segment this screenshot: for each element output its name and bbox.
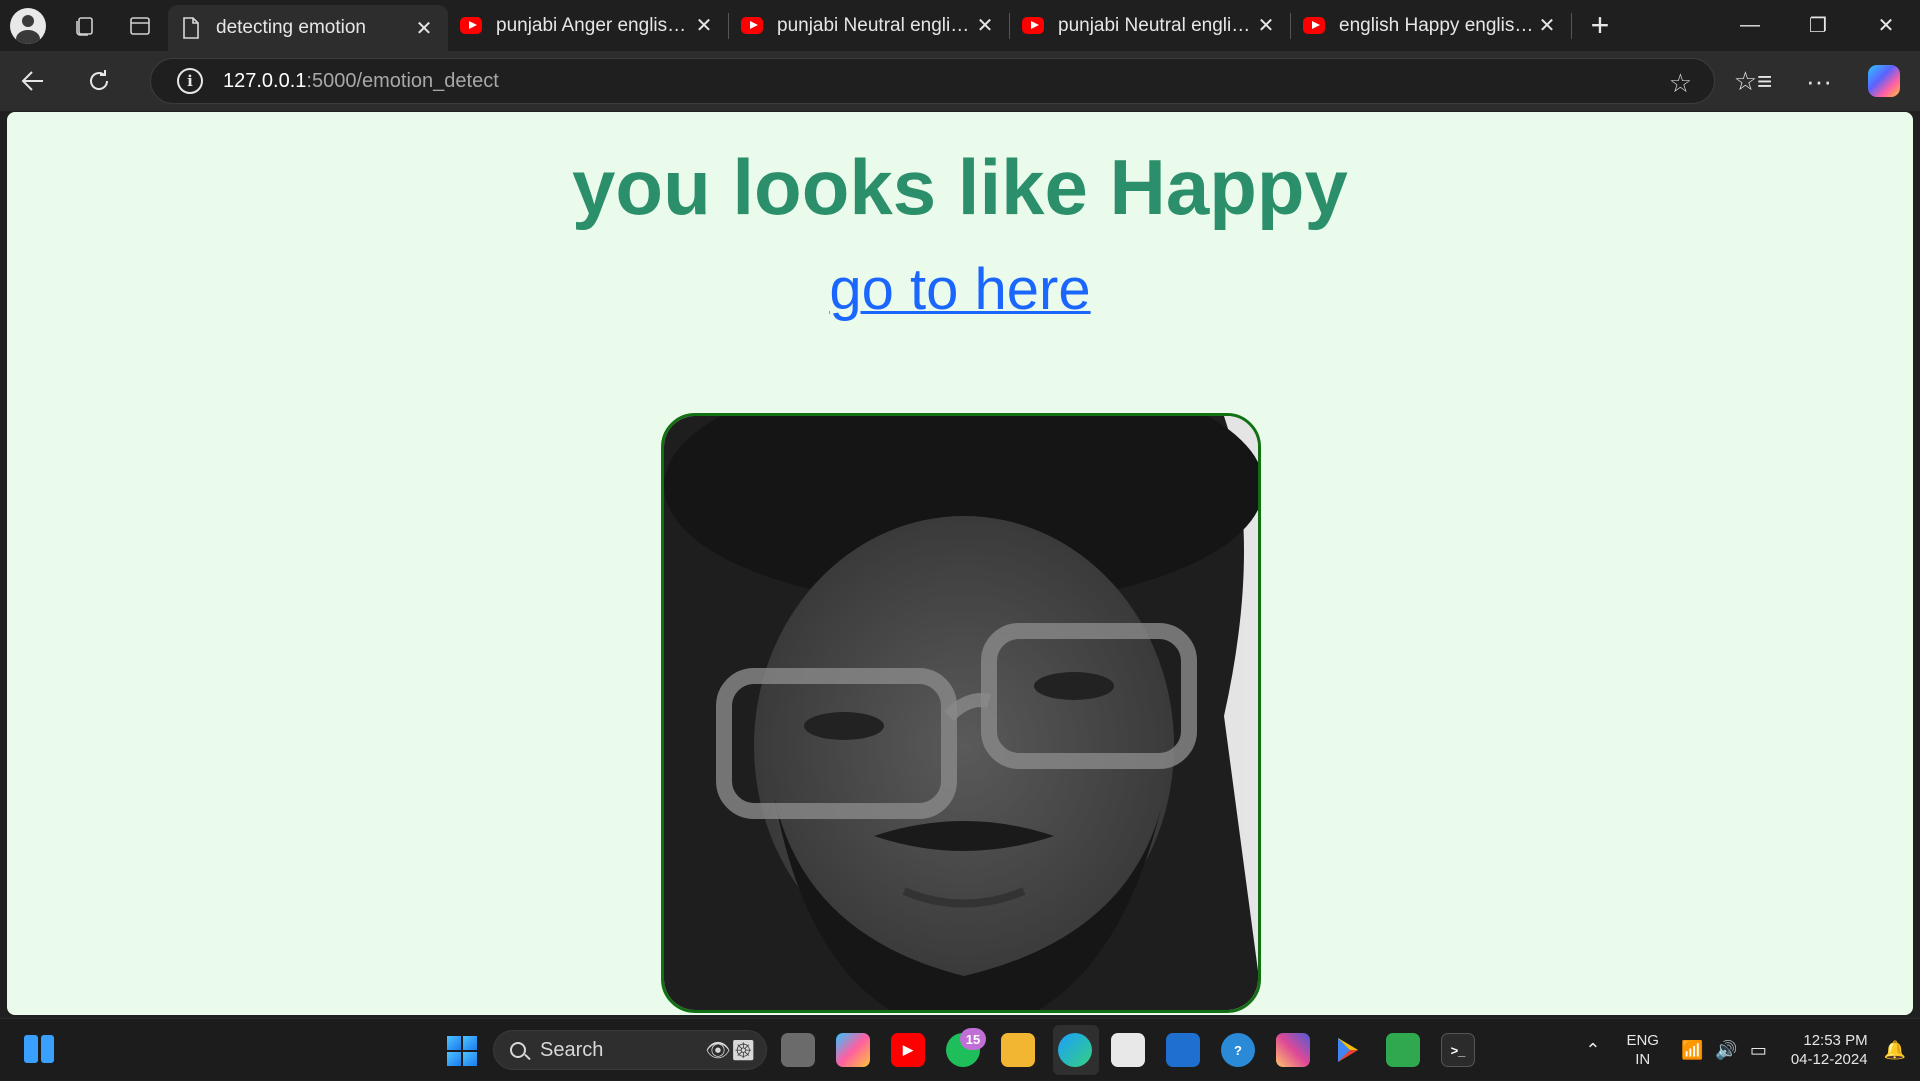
- favorites-list-icon: ☆≡: [1733, 65, 1773, 96]
- tab-title: punjabi Neutral english songs: [1058, 14, 1254, 36]
- go-to-here-link[interactable]: go to here: [829, 257, 1090, 322]
- language-code: ENG: [1626, 1032, 1659, 1049]
- refresh-button[interactable]: [66, 51, 132, 111]
- workspaces-button[interactable]: [56, 0, 112, 51]
- close-window-button[interactable]: ✕: [1852, 0, 1920, 51]
- language-indicator[interactable]: ENG IN: [1626, 1031, 1659, 1069]
- window-controls: — ❐ ✕: [1716, 0, 1920, 51]
- detected-face-photo: [661, 413, 1261, 1013]
- terminal-icon[interactable]: >_: [1441, 1033, 1475, 1067]
- youtube-icon: [1022, 15, 1044, 37]
- favorite-star-icon[interactable]: ☆: [1669, 68, 1692, 99]
- page-content: you looks like Happy go to here: [7, 112, 1913, 1015]
- copilot-app-icon[interactable]: [836, 1033, 870, 1067]
- document-icon: [180, 17, 202, 39]
- toolbar-right: ☆≡ ···: [1720, 51, 1920, 111]
- avatar: [10, 7, 46, 44]
- close-tab-icon[interactable]: ✕: [1535, 14, 1559, 38]
- vertical-tabs-icon: [130, 16, 150, 35]
- back-button[interactable]: [0, 51, 66, 111]
- site-info-icon[interactable]: i: [177, 68, 203, 94]
- widgets-icon[interactable]: [24, 1035, 54, 1063]
- search-placeholder: Search: [540, 1038, 604, 1061]
- file-explorer-icon[interactable]: [1001, 1033, 1035, 1067]
- myhp-icon[interactable]: [1166, 1033, 1200, 1067]
- close-tab-icon[interactable]: ✕: [1254, 14, 1278, 38]
- search-highlight-icon: 👁☸: [705, 1039, 756, 1062]
- task-view-icon[interactable]: [781, 1033, 815, 1067]
- tab-punjabi-anger[interactable]: punjabi Anger english songs ✕: [448, 0, 728, 51]
- tab-english-happy[interactable]: english Happy english songs ✕: [1291, 0, 1571, 51]
- instagram-icon[interactable]: [1276, 1033, 1310, 1067]
- clock-time: 12:53 PM: [1803, 1032, 1868, 1049]
- link-container: go to here: [7, 256, 1913, 323]
- close-tab-icon[interactable]: ✕: [692, 14, 716, 38]
- navigation-bar: i 127.0.0.1:5000/emotion_detect ☆ ☆≡ ···: [0, 51, 1920, 111]
- close-tab-icon[interactable]: ✕: [973, 14, 997, 38]
- restore-button[interactable]: ❐: [1784, 0, 1852, 51]
- favorites-button[interactable]: ☆≡: [1720, 51, 1786, 111]
- clock[interactable]: 12:53 PM 04-12-2024: [1791, 1031, 1868, 1069]
- emotion-result-heading: you looks like Happy: [572, 143, 1348, 231]
- address-bar[interactable]: i 127.0.0.1:5000/emotion_detect ☆: [150, 58, 1715, 104]
- tab-punjabi-neutral-2[interactable]: punjabi Neutral english songs ✕: [1010, 0, 1290, 51]
- quick-settings[interactable]: 📶 🔊 ▭: [1681, 1040, 1767, 1061]
- clock-date: 04-12-2024: [1790, 1051, 1868, 1068]
- classroom-icon[interactable]: [1386, 1033, 1420, 1067]
- tab-title: detecting emotion: [216, 17, 366, 38]
- region-code: IN: [1635, 1051, 1651, 1068]
- copilot-icon[interactable]: [1868, 65, 1900, 97]
- tab-title: punjabi Neutral english songs: [777, 14, 973, 36]
- tab-strip: detecting emotion ✕ punjabi Anger englis…: [0, 0, 1920, 51]
- system-tray: ⌃ ENG IN 📶 🔊 ▭ 12:53 PM 04-12-2024 🔔: [1585, 1019, 1920, 1081]
- microsoft-store-icon[interactable]: [1111, 1033, 1145, 1067]
- notifications-icon[interactable]: 🔔: [1884, 1040, 1906, 1061]
- tab-actions-button[interactable]: [112, 0, 168, 51]
- taskbar-search[interactable]: Search 👁☸: [493, 1030, 767, 1070]
- restore-icon: ❐: [1809, 15, 1827, 37]
- youtube-app-icon[interactable]: ▶: [891, 1033, 925, 1067]
- profile-button[interactable]: [0, 0, 56, 51]
- battery-icon: ▭: [1749, 1039, 1767, 1060]
- wifi-icon: 📶: [1680, 1039, 1704, 1060]
- volume-icon: 🔊: [1715, 1039, 1738, 1060]
- youtube-icon: [460, 15, 482, 37]
- google-play-icon[interactable]: [1331, 1033, 1365, 1067]
- youtube-icon: [1303, 15, 1325, 37]
- face-image: [664, 416, 1258, 1010]
- whatsapp-notification-badge: 15: [960, 1028, 986, 1050]
- workspaces-icon: [76, 16, 93, 36]
- ellipsis-icon: ···: [1806, 65, 1832, 96]
- start-button[interactable]: [447, 1036, 477, 1066]
- plus-icon: +: [1590, 7, 1610, 43]
- url-path: :5000/emotion_detect: [306, 69, 499, 92]
- search-icon: [510, 1042, 526, 1058]
- get-help-icon[interactable]: ?: [1221, 1033, 1255, 1067]
- tab-detecting-emotion[interactable]: detecting emotion ✕: [168, 5, 448, 51]
- new-tab-button[interactable]: +: [1572, 0, 1628, 51]
- refresh-icon: [90, 70, 109, 90]
- back-arrow-icon: [21, 71, 43, 91]
- tab-punjabi-neutral-1[interactable]: punjabi Neutral english songs ✕: [729, 0, 1009, 51]
- url-text[interactable]: 127.0.0.1:5000/emotion_detect: [223, 70, 499, 93]
- taskbar: Search 👁☸ ▶ 15 ? >_ ⌃ ENG IN 📶 🔊 ▭ 12:53…: [0, 1018, 1920, 1080]
- close-tab-icon[interactable]: ✕: [412, 16, 436, 40]
- chevron-up-icon[interactable]: ⌃: [1585, 1040, 1600, 1061]
- more-options-button[interactable]: ···: [1786, 51, 1852, 111]
- minimize-icon: —: [1740, 14, 1760, 36]
- url-host: 127.0.0.1: [223, 69, 307, 92]
- tab-title: punjabi Anger english songs: [496, 14, 692, 36]
- close-icon: ✕: [1877, 15, 1895, 37]
- edge-browser-icon[interactable]: [1058, 1033, 1092, 1067]
- youtube-icon: [741, 15, 763, 37]
- tab-title: english Happy english songs: [1339, 14, 1535, 36]
- minimize-button[interactable]: —: [1716, 0, 1784, 51]
